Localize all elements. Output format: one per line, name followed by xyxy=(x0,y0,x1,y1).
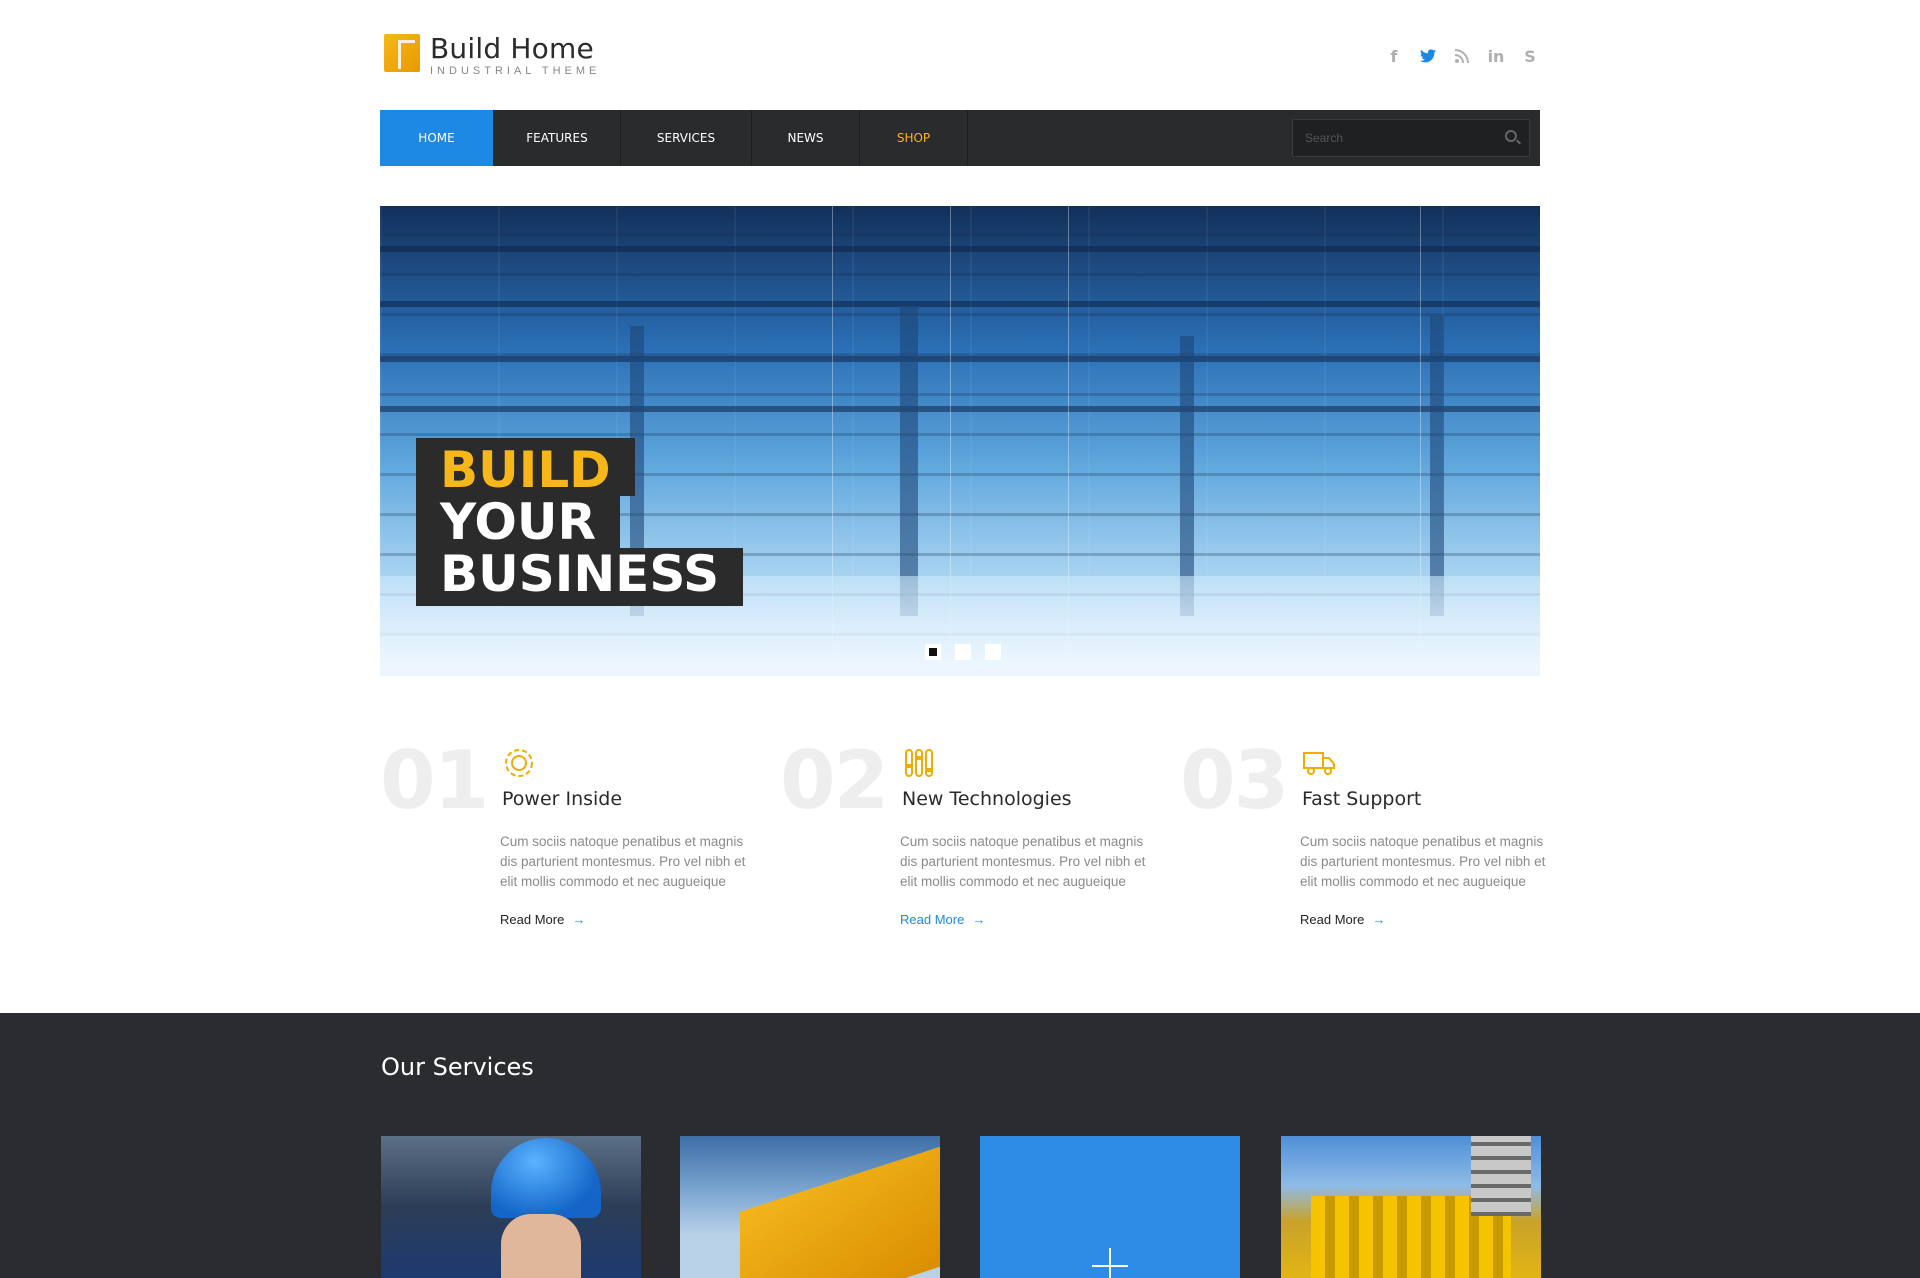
logo-mark-icon xyxy=(384,34,420,72)
feature-number: 01 xyxy=(380,734,489,827)
search-box xyxy=(1292,119,1530,157)
nav-item-features[interactable]: FEATURES xyxy=(494,110,621,166)
feature-card: 01 Power Inside Cum sociis natoque penat… xyxy=(380,736,750,956)
read-more-link[interactable]: Read More → xyxy=(900,912,985,927)
hero-line-your: YOUR xyxy=(416,496,621,548)
truck-icon xyxy=(1302,746,1336,780)
feature-title: Power Inside xyxy=(502,788,623,810)
brand-tagline: INDUSTRIAL THEME xyxy=(430,65,601,77)
slider-dot-2[interactable] xyxy=(955,644,971,660)
sliders-icon xyxy=(902,746,936,780)
site-logo[interactable]: Build Home INDUSTRIAL THEME xyxy=(384,34,600,77)
feature-text: Cum sociis natoque penatibus et magnis d… xyxy=(900,834,1146,889)
read-more-link[interactable]: Read More → xyxy=(500,912,585,927)
feature-card: 03 Fast Support Cum sociis natoque penat… xyxy=(1180,736,1550,956)
arrow-right-icon: → xyxy=(1372,912,1386,927)
read-more-link[interactable]: Read More → xyxy=(1300,912,1385,927)
nav-item-home[interactable]: HOME xyxy=(380,110,494,166)
rss-icon[interactable] xyxy=(1452,46,1472,66)
nav-item-shop[interactable]: SHOP xyxy=(860,110,968,166)
feature-title: New Technologies xyxy=(902,788,1072,810)
main-nav: HOME FEATURES SERVICES NEWS SHOP xyxy=(380,110,1540,166)
linkedin-icon[interactable]: in xyxy=(1486,46,1506,66)
arrow-right-icon: → xyxy=(972,912,986,927)
feature-text: Cum sociis natoque penatibus et magnis d… xyxy=(1300,834,1546,889)
services-title: Our Services xyxy=(381,1053,534,1081)
nav-item-news[interactable]: NEWS xyxy=(752,110,860,166)
service-card-truck[interactable] xyxy=(680,1136,940,1278)
plus-icon xyxy=(1092,1248,1128,1278)
skype-icon[interactable]: S xyxy=(1520,46,1540,66)
site-header: Build Home INDUSTRIAL THEME f in S xyxy=(380,0,1540,110)
features-section: 01 Power Inside Cum sociis natoque penat… xyxy=(380,736,1545,956)
slider-pagination xyxy=(925,644,1001,660)
hero-slider: BUILD YOUR BUSINESS xyxy=(380,206,1540,676)
feature-card: 02 New Technologies Cum sociis natoque p… xyxy=(780,736,1150,956)
hero-caption: BUILD YOUR BUSINESS xyxy=(416,438,744,606)
slider-dot-3[interactable] xyxy=(985,644,1001,660)
feature-number: 02 xyxy=(780,734,889,827)
service-card-worker[interactable] xyxy=(381,1136,641,1278)
service-card-add[interactable] xyxy=(980,1136,1240,1278)
hero-line-build: BUILD xyxy=(416,438,635,496)
feature-number: 03 xyxy=(1180,734,1289,827)
service-card-plant[interactable] xyxy=(1281,1136,1541,1278)
search-icon[interactable] xyxy=(1505,130,1517,142)
arrow-right-icon: → xyxy=(572,912,586,927)
search-input[interactable] xyxy=(1293,130,1497,146)
nav-item-services[interactable]: SERVICES xyxy=(621,110,752,166)
gear-icon xyxy=(502,746,536,780)
social-links: f in S xyxy=(1384,46,1540,66)
feature-title: Fast Support xyxy=(1302,788,1422,810)
services-section xyxy=(0,1013,1920,1278)
twitter-icon[interactable] xyxy=(1418,46,1438,66)
slider-dot-1[interactable] xyxy=(925,644,941,660)
brand-name: Build Home xyxy=(430,32,594,65)
feature-text: Cum sociis natoque penatibus et magnis d… xyxy=(500,834,746,889)
hero-line-business: BUSINESS xyxy=(416,548,744,606)
facebook-icon[interactable]: f xyxy=(1384,46,1404,66)
